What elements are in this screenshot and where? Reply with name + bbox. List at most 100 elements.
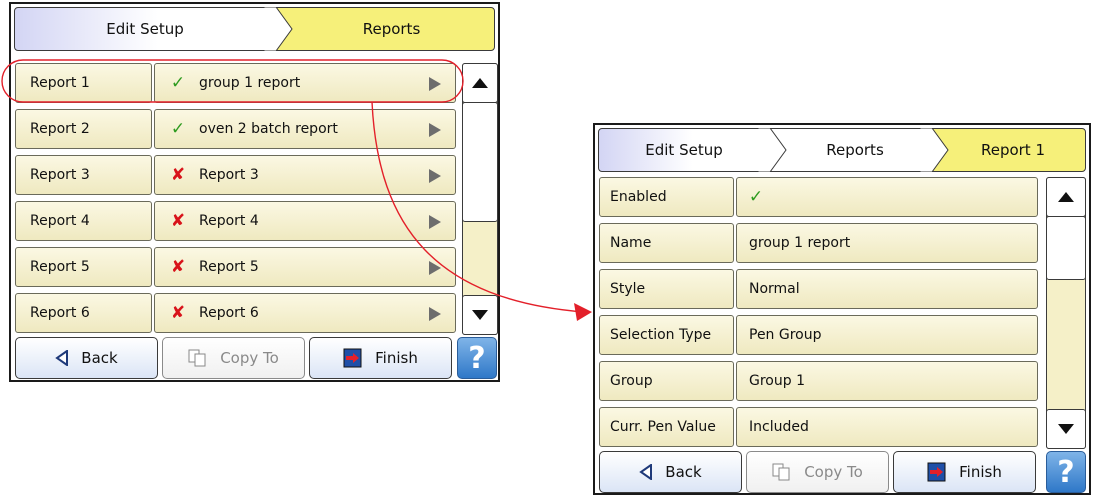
scroll-thumb[interactable] xyxy=(462,102,498,222)
report-value-button[interactable]: ✘ Report 3 xyxy=(154,155,456,195)
setting-value-label: Pen Group xyxy=(749,327,822,343)
play-arrow-icon xyxy=(429,261,441,275)
setting-value-button[interactable]: Included xyxy=(736,407,1038,447)
finish-label: Finish xyxy=(375,349,418,367)
play-arrow-icon xyxy=(429,307,441,321)
setting-name-button[interactable]: Name xyxy=(599,223,734,263)
breadcrumb-label: Report 1 xyxy=(980,141,1046,159)
setting-value-button[interactable]: group 1 report xyxy=(736,223,1038,263)
help-icon: ? xyxy=(468,340,486,376)
report-value-button[interactable]: ✓ group 1 report xyxy=(154,63,456,103)
breadcrumb-label: Reports xyxy=(826,141,884,159)
scroll-down-button[interactable] xyxy=(1046,409,1086,449)
report-name-button[interactable]: Report 1 xyxy=(15,63,152,103)
report-value-label: group 1 report xyxy=(199,75,301,91)
copy-to-button[interactable]: Copy To xyxy=(746,451,889,493)
report-name-button[interactable]: Report 4 xyxy=(15,201,152,241)
breadcrumb-reports[interactable]: Reports xyxy=(268,7,495,51)
copy-to-label: Copy To xyxy=(804,463,863,481)
breadcrumb-separator-icon xyxy=(758,128,787,172)
breadcrumb-label: Edit Setup xyxy=(106,20,184,38)
report-value-button[interactable]: ✘ Report 5 xyxy=(154,247,456,287)
report-name-label: Report 3 xyxy=(30,167,90,183)
report-value-button[interactable]: ✘ Report 6 xyxy=(154,293,456,333)
setting-value-button[interactable]: ✓ xyxy=(736,177,1038,217)
play-arrow-icon xyxy=(429,77,441,91)
report-name-label: Report 1 xyxy=(30,75,90,91)
setting-value-button[interactable]: Pen Group xyxy=(736,315,1038,355)
breadcrumb-edit-setup[interactable]: Edit Setup xyxy=(598,128,770,172)
arrow-down-icon xyxy=(472,310,488,320)
help-button[interactable]: ? xyxy=(457,337,497,379)
report-name-button[interactable]: Report 5 xyxy=(15,247,152,287)
setting-name-label: Enabled xyxy=(610,189,667,205)
setting-value-button[interactable]: Group 1 xyxy=(736,361,1038,401)
copy-to-button[interactable]: Copy To xyxy=(162,337,305,379)
setting-name-label: Curr. Pen Value xyxy=(610,419,716,435)
finish-label: Finish xyxy=(959,463,1002,481)
check-icon: ✓ xyxy=(748,187,764,207)
cross-icon: ✘ xyxy=(170,211,186,231)
setting-name-label: Selection Type xyxy=(610,327,712,343)
scroll-down-button[interactable] xyxy=(462,295,498,335)
setting-value-label: Group 1 xyxy=(749,373,805,389)
scrollbar[interactable] xyxy=(462,63,498,335)
report-value-button[interactable]: ✘ Report 4 xyxy=(154,201,456,241)
help-button[interactable]: ? xyxy=(1046,451,1086,493)
check-icon: ✓ xyxy=(170,73,186,93)
setting-name-button[interactable]: Selection Type xyxy=(599,315,734,355)
breadcrumb-label: Edit Setup xyxy=(645,141,723,159)
setting-value-button[interactable]: Normal xyxy=(736,269,1038,309)
copy-icon xyxy=(772,463,790,481)
breadcrumb: Edit Setup Reports xyxy=(14,7,495,53)
play-arrow-icon xyxy=(429,169,441,183)
cross-icon: ✘ xyxy=(170,165,186,185)
back-button[interactable]: Back xyxy=(599,451,742,493)
copy-icon xyxy=(188,349,206,367)
scrollbar[interactable] xyxy=(1046,177,1086,449)
breadcrumb: Edit Setup Reports Report 1 xyxy=(598,128,1086,174)
report-name-button[interactable]: Report 2 xyxy=(15,109,152,149)
breadcrumb-label: Reports xyxy=(362,20,421,38)
scroll-thumb[interactable] xyxy=(1046,216,1086,280)
cross-icon: ✘ xyxy=(170,303,186,323)
setting-name-label: Name xyxy=(610,235,652,251)
reports-list-screen: Edit Setup Reports Report 1 ✓ group 1 re… xyxy=(9,2,500,382)
setting-name-label: Style xyxy=(610,281,646,297)
back-button[interactable]: Back xyxy=(15,337,158,379)
report-name-label: Report 2 xyxy=(30,121,90,137)
arrow-up-icon xyxy=(1058,192,1074,202)
setting-name-button[interactable]: Group xyxy=(599,361,734,401)
report-value-label: oven 2 batch report xyxy=(199,121,338,137)
report-value-label: Report 4 xyxy=(199,213,259,229)
back-label: Back xyxy=(81,349,118,367)
back-arrow-icon xyxy=(55,350,69,366)
check-icon: ✓ xyxy=(170,119,186,139)
setting-value-label: Included xyxy=(749,419,809,435)
finish-button[interactable]: Finish xyxy=(893,451,1036,493)
breadcrumb-separator-icon xyxy=(264,7,293,51)
play-arrow-icon xyxy=(429,215,441,229)
arrow-up-icon xyxy=(472,78,488,88)
finish-button[interactable]: Finish xyxy=(309,337,452,379)
scroll-up-button[interactable] xyxy=(462,63,498,103)
arrow-down-icon xyxy=(1058,424,1074,434)
report-name-button[interactable]: Report 3 xyxy=(15,155,152,195)
report-value-label: Report 5 xyxy=(199,259,259,275)
breadcrumb-edit-setup[interactable]: Edit Setup xyxy=(14,7,276,51)
back-label: Back xyxy=(665,463,702,481)
help-icon: ? xyxy=(1057,454,1075,490)
scroll-up-button[interactable] xyxy=(1046,177,1086,217)
exit-door-icon xyxy=(343,348,362,368)
back-arrow-icon xyxy=(639,464,653,480)
report-name-button[interactable]: Report 6 xyxy=(15,293,152,333)
report-value-button[interactable]: ✓ oven 2 batch report xyxy=(154,109,456,149)
report-detail-screen: Edit Setup Reports Report 1 Enabled ✓ Na… xyxy=(593,123,1091,495)
setting-name-button[interactable]: Curr. Pen Value xyxy=(599,407,734,447)
setting-name-button[interactable]: Style xyxy=(599,269,734,309)
report-value-label: Report 3 xyxy=(199,167,259,183)
cross-icon: ✘ xyxy=(170,257,186,277)
setting-name-button[interactable]: Enabled xyxy=(599,177,734,217)
report-name-label: Report 6 xyxy=(30,305,90,321)
play-arrow-icon xyxy=(429,123,441,137)
